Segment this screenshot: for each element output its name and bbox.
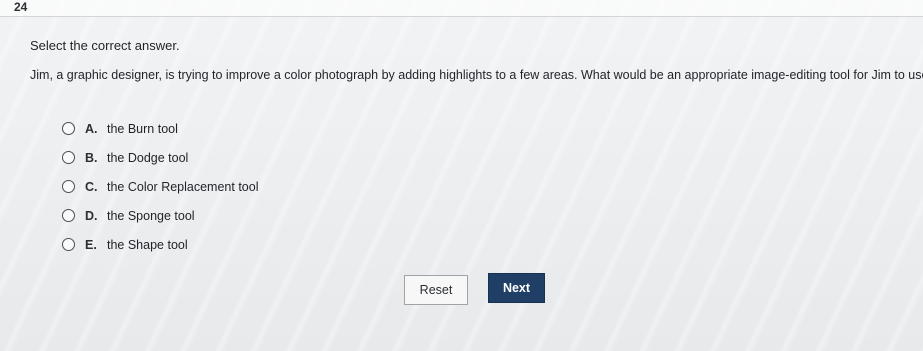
option-label: the Burn tool [107, 121, 178, 136]
option-c[interactable]: C. the Color Replacement tool [62, 172, 258, 201]
option-letter: A. [85, 121, 98, 136]
radio-button-c[interactable] [62, 180, 75, 193]
instruction-text: Select the correct answer. [30, 38, 180, 53]
option-letter: D. [85, 208, 98, 223]
header-bar [0, 0, 923, 17]
option-a[interactable]: A. the Burn tool [62, 114, 258, 143]
next-button[interactable]: Next [488, 273, 545, 303]
option-label: the Color Replacement tool [107, 179, 259, 194]
option-letter: E. [85, 237, 97, 252]
option-label: the Shape tool [107, 237, 188, 252]
radio-button-b[interactable] [62, 151, 75, 164]
reset-button[interactable]: Reset [404, 275, 468, 305]
option-e[interactable]: E. the Shape tool [62, 230, 258, 259]
question-text: Jim, a graphic designer, is trying to im… [30, 68, 923, 82]
question-number: 24 [14, 0, 28, 14]
radio-button-d[interactable] [62, 209, 75, 222]
radio-button-a[interactable] [62, 122, 75, 135]
radio-button-e[interactable] [62, 238, 75, 251]
option-d[interactable]: D. the Sponge tool [62, 201, 258, 230]
option-letter: C. [85, 179, 98, 194]
option-label: the Sponge tool [107, 208, 195, 223]
option-letter: B. [85, 150, 98, 165]
option-b[interactable]: B. the Dodge tool [62, 143, 258, 172]
option-label: the Dodge tool [107, 150, 189, 165]
answer-options: A. the Burn tool B. the Dodge tool C. th… [62, 114, 258, 259]
